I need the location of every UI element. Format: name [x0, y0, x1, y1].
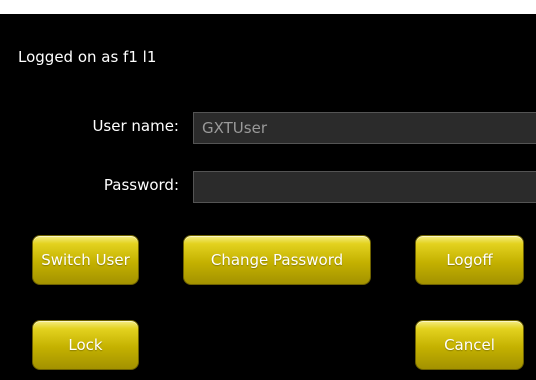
change-password-button[interactable]: Change Password [183, 235, 371, 285]
logoff-button[interactable]: Logoff [415, 235, 524, 285]
lock-button[interactable]: Lock [32, 320, 139, 370]
cancel-button[interactable]: Cancel [415, 320, 524, 370]
username-field[interactable] [193, 112, 536, 144]
logon-dialog: Logged on as f1 l1 User name: Password: … [0, 0, 536, 380]
username-label: User name: [92, 117, 179, 135]
top-strip [0, 0, 536, 14]
password-field[interactable] [193, 171, 536, 203]
logged-on-status: Logged on as f1 l1 [18, 48, 157, 66]
switch-user-button[interactable]: Switch User [32, 235, 139, 285]
password-label: Password: [103, 176, 179, 194]
